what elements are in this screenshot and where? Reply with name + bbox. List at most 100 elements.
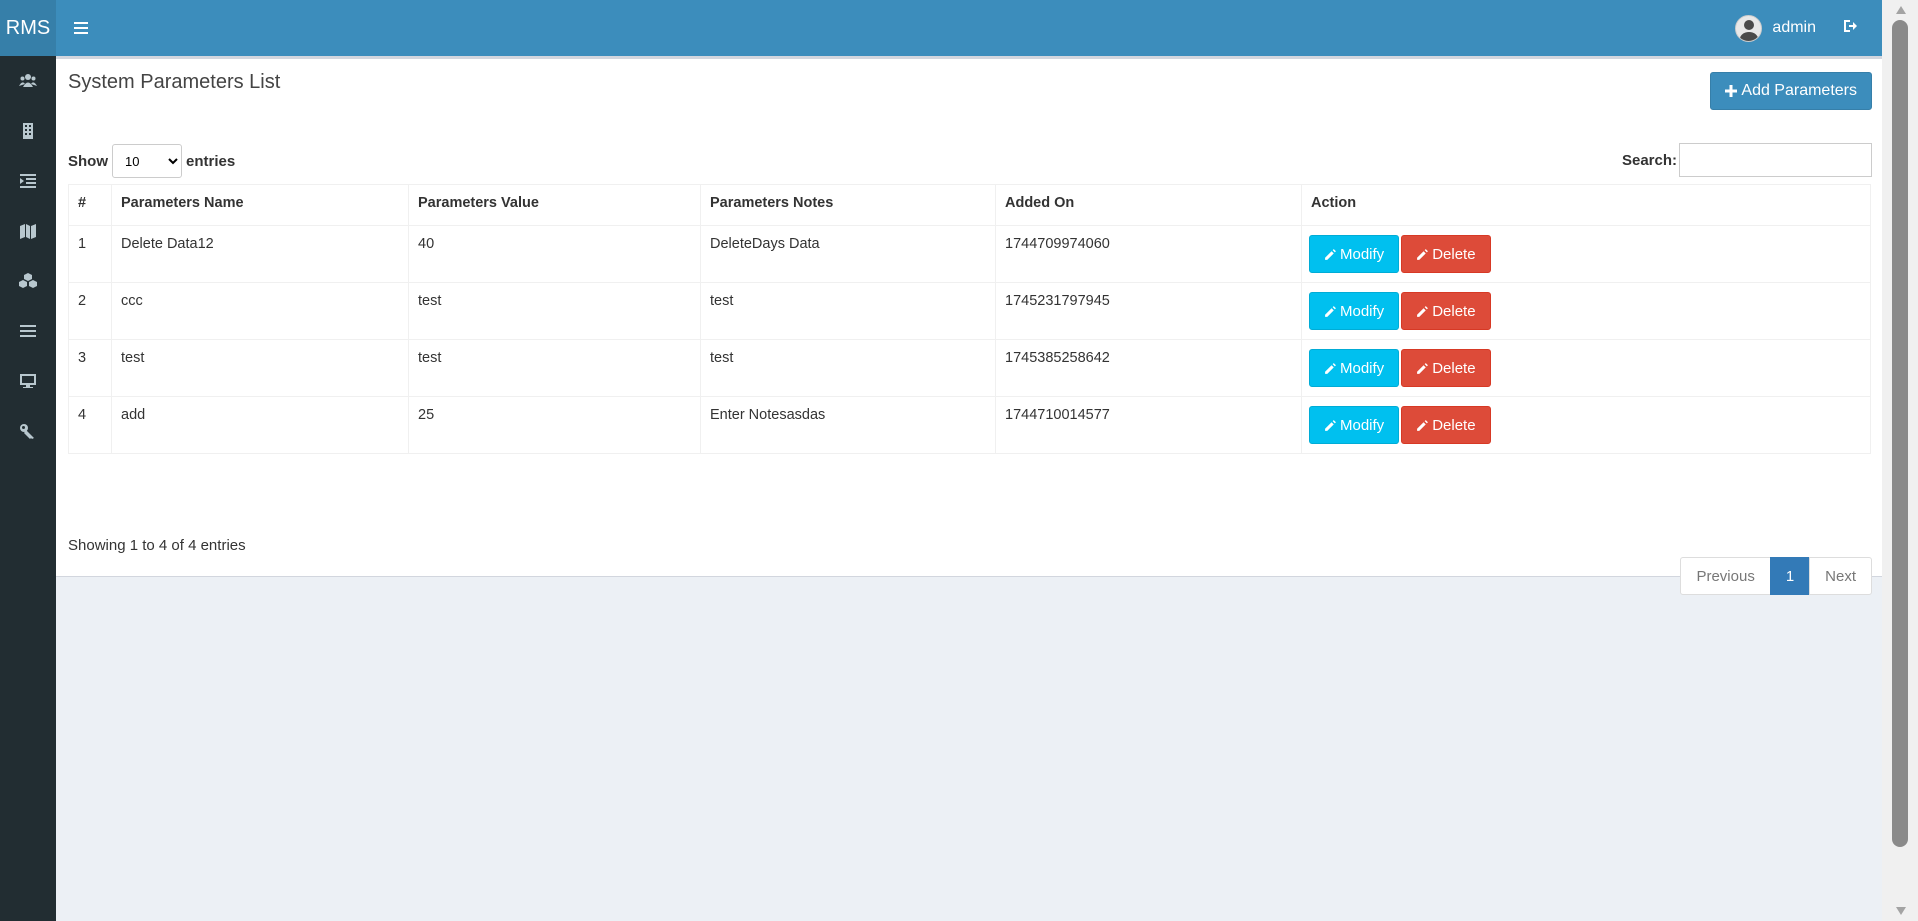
avatar <box>1735 14 1763 42</box>
sidebar <box>0 56 56 921</box>
modify-label: Modify <box>1340 416 1385 434</box>
next-page-button[interactable]: Next <box>1809 557 1872 595</box>
cell-added-on: 1745385258642 <box>995 339 1302 397</box>
cell-value: 40 <box>408 225 701 283</box>
previous-page-button[interactable]: Previous <box>1680 557 1771 595</box>
plus-icon <box>1725 85 1738 97</box>
sidebar-item-map[interactable] <box>0 206 56 256</box>
pencil-icon <box>1325 362 1336 374</box>
delete-button[interactable]: Delete <box>1401 235 1491 273</box>
search-label: Search: <box>1621 151 1677 169</box>
indent-icon <box>20 174 36 188</box>
cell-value: test <box>408 282 701 340</box>
column-header-value[interactable]: Parameters Value <box>408 184 701 226</box>
search-input[interactable] <box>1679 143 1872 177</box>
show-label: Show <box>68 152 108 170</box>
page-button-1[interactable]: 1 <box>1769 557 1811 595</box>
cell-value: test <box>408 339 701 397</box>
username: admin <box>1772 19 1816 36</box>
entries-label: entries <box>186 152 236 170</box>
user-menu[interactable]: admin <box>1735 14 1816 42</box>
column-header-added-on[interactable]: Added On <box>995 184 1302 226</box>
modify-button[interactable]: Modify <box>1309 235 1400 273</box>
column-header-notes[interactable]: Parameters Notes <box>700 184 996 226</box>
page-title: System Parameters List <box>68 71 281 93</box>
users-icon <box>19 74 37 87</box>
pencil-icon <box>1417 305 1429 317</box>
table-row: 4 add 25 Enter Notesasdas 1744710014577 … <box>68 396 1871 454</box>
sidebar-item-building[interactable] <box>0 106 56 156</box>
column-header-name[interactable]: Parameters Name <box>111 184 409 226</box>
pencil-icon <box>1325 419 1336 431</box>
table-header-row: # Parameters Name Parameters Value Param… <box>68 184 1871 226</box>
pencil-icon <box>1417 248 1429 260</box>
add-parameters-button[interactable]: Add Parameters <box>1710 72 1872 110</box>
pagination: Previous 1 Next <box>1680 557 1872 595</box>
modify-label: Modify <box>1340 359 1385 377</box>
pencil-icon <box>1417 362 1429 374</box>
modify-button[interactable]: Modify <box>1309 292 1400 330</box>
map-icon <box>20 224 36 239</box>
cubes-icon <box>19 273 37 288</box>
cell-added-on: 1744709974060 <box>995 225 1302 283</box>
modify-label: Modify <box>1340 302 1385 320</box>
key-icon <box>20 424 34 439</box>
cell-name: ccc <box>111 282 409 340</box>
cell-number: 4 <box>68 396 112 454</box>
table-info: Showing 1 to 4 of 4 entries <box>68 537 246 554</box>
delete-label: Delete <box>1432 416 1476 434</box>
scroll-down-arrow-icon[interactable] <box>1896 907 1906 915</box>
cell-name: test <box>111 339 409 397</box>
desktop-icon <box>20 374 36 388</box>
cell-added-on: 1744710014577 <box>995 396 1302 454</box>
cell-value: 25 <box>408 396 701 454</box>
page-size-select[interactable]: 10 <box>112 144 182 178</box>
delete-label: Delete <box>1432 359 1476 377</box>
pencil-icon <box>1325 305 1336 317</box>
cell-number: 2 <box>68 282 112 340</box>
app-logo[interactable]: RMS <box>0 0 56 56</box>
page-scrollbar[interactable] <box>1882 0 1918 921</box>
delete-button[interactable]: Delete <box>1401 292 1491 330</box>
cell-number: 3 <box>68 339 112 397</box>
cell-name: Delete Data12 <box>111 225 409 283</box>
page-size-control: Show 10 entries <box>68 144 235 178</box>
column-header-number[interactable]: # <box>68 184 112 226</box>
cell-notes: test <box>700 339 996 397</box>
scrollbar-thumb[interactable] <box>1892 20 1908 847</box>
pencil-icon <box>1417 419 1429 431</box>
table-row: 1 Delete Data12 40 DeleteDays Data 17447… <box>68 225 1871 283</box>
sidebar-item-cubes[interactable] <box>0 256 56 306</box>
cell-name: add <box>111 396 409 454</box>
sidebar-item-users[interactable] <box>0 56 56 106</box>
sidebar-item-list[interactable] <box>0 306 56 356</box>
pencil-icon <box>1325 248 1336 260</box>
content-box: System Parameters List Add Parameters Sh… <box>56 56 1882 595</box>
menu-toggle-icon[interactable] <box>68 16 92 40</box>
cell-actions: Modify Delete <box>1301 225 1871 283</box>
cell-notes: test <box>700 282 996 340</box>
delete-label: Delete <box>1432 302 1476 320</box>
modify-button[interactable]: Modify <box>1309 349 1400 387</box>
search-control: Search: <box>1622 143 1872 177</box>
table-row: 2 ccc test test 1745231797945 Modify Del… <box>68 282 1871 340</box>
modify-button[interactable]: Modify <box>1309 406 1400 444</box>
sidebar-item-desktop[interactable] <box>0 356 56 406</box>
parameters-table: # Parameters Name Parameters Value Param… <box>68 184 1871 454</box>
delete-button[interactable]: Delete <box>1401 406 1491 444</box>
delete-label: Delete <box>1432 245 1476 263</box>
cell-notes: Enter Notesasdas <box>700 396 996 454</box>
cell-added-on: 1745231797945 <box>995 282 1302 340</box>
cell-number: 1 <box>68 225 112 283</box>
building-icon <box>23 123 33 139</box>
sidebar-item-indent[interactable] <box>0 156 56 206</box>
cell-actions: Modify Delete <box>1301 339 1871 397</box>
delete-button[interactable]: Delete <box>1401 349 1491 387</box>
sidebar-item-key[interactable] <box>0 406 56 456</box>
scroll-up-arrow-icon[interactable] <box>1896 6 1906 14</box>
column-header-action: Action <box>1301 184 1871 226</box>
cell-actions: Modify Delete <box>1301 396 1871 454</box>
modify-label: Modify <box>1340 245 1385 263</box>
sign-out-icon[interactable] <box>1842 18 1860 36</box>
cell-actions: Modify Delete <box>1301 282 1871 340</box>
